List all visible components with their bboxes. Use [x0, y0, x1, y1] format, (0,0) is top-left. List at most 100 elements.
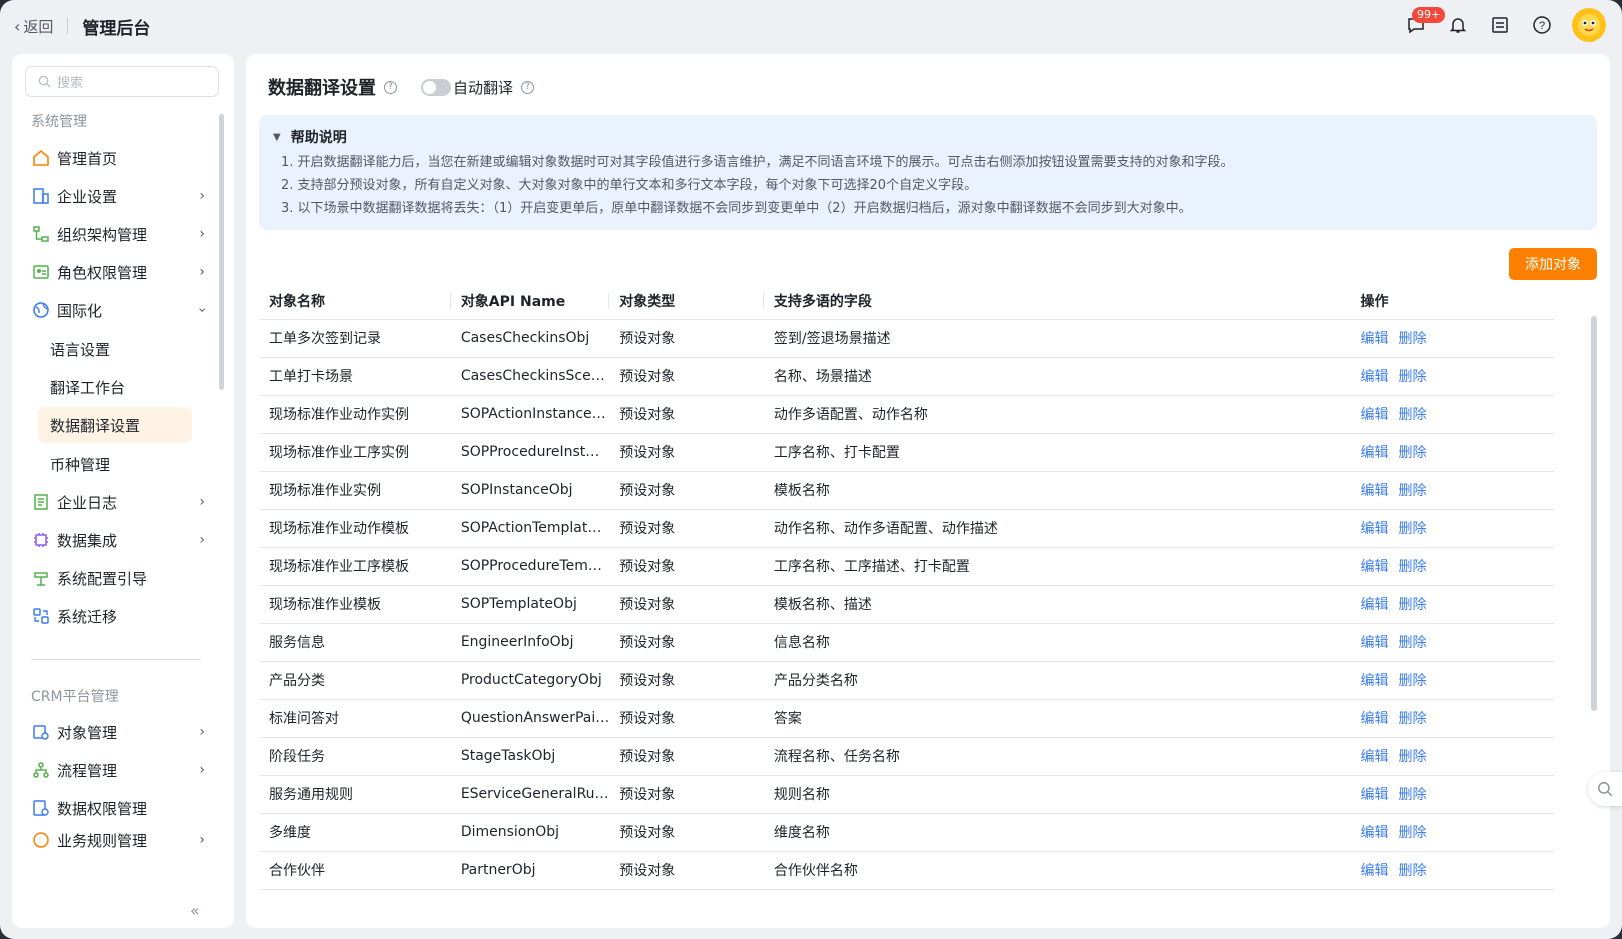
- actions-cell: 编辑 删除: [1350, 395, 1554, 434]
- delete-link[interactable]: 删除: [1398, 673, 1426, 689]
- search-input[interactable]: 搜索: [25, 66, 219, 97]
- edit-link[interactable]: 编辑: [1360, 711, 1388, 727]
- fields-cell: 动作名称、动作多语配置、动作描述: [763, 509, 1351, 548]
- delete-link[interactable]: 删除: [1398, 749, 1426, 765]
- object-name-cell: 现场标准作业模板: [259, 585, 451, 624]
- delete-link[interactable]: 删除: [1398, 635, 1426, 651]
- bell-button[interactable]: [1446, 13, 1470, 37]
- help-toggle[interactable]: ▼ 帮助说明: [273, 127, 1597, 147]
- delete-link[interactable]: 删除: [1398, 369, 1426, 385]
- divider: [67, 18, 69, 34]
- sidebar-subitem-translation-workbench[interactable]: 翻译工作台: [38, 369, 192, 405]
- delete-link[interactable]: 删除: [1398, 711, 1426, 727]
- delete-link[interactable]: 删除: [1398, 825, 1426, 841]
- api-name-cell: EngineerInfoObj: [450, 623, 610, 662]
- delete-link[interactable]: 删除: [1398, 559, 1426, 575]
- delete-link[interactable]: 删除: [1398, 597, 1426, 613]
- sidebar-item-data-permission[interactable]: 数据权限管理: [31, 790, 211, 826]
- api-name-cell: EServiceGeneralRu…: [450, 775, 610, 814]
- delete-link[interactable]: 删除: [1398, 331, 1426, 347]
- role-icon: [31, 262, 51, 282]
- help-panel: ▼ 帮助说明 1. 开启数据翻译能力后，当您在新建或编辑对象数据时可对其字段值进…: [259, 115, 1597, 230]
- fields-cell: 合作伙伴名称: [763, 851, 1351, 890]
- sidebar-item-label: 数据集成: [57, 531, 118, 550]
- api-name-cell: SOPActionTemplat…: [450, 509, 610, 548]
- sidebar-item-migration[interactable]: 系统迁移: [31, 598, 211, 634]
- sidebar-item-role[interactable]: 角色权限管理 ›: [31, 254, 211, 290]
- sidebar-item-label: 企业设置: [57, 187, 118, 206]
- delete-link[interactable]: 删除: [1398, 863, 1426, 879]
- column-header: 支持多语的字段: [763, 283, 1351, 320]
- column-header: 操作: [1350, 283, 1554, 320]
- edit-link[interactable]: 编辑: [1360, 445, 1388, 461]
- edit-link[interactable]: 编辑: [1360, 863, 1388, 879]
- auto-translate-toggle[interactable]: [421, 78, 451, 96]
- sidebar-item-integration[interactable]: 数据集成 ›: [31, 522, 211, 558]
- api-name-cell: CasesCheckinsObj: [450, 319, 610, 358]
- collapse-sidebar-icon[interactable]: «: [190, 901, 200, 920]
- help-button[interactable]: ?: [1530, 13, 1554, 37]
- tasks-button[interactable]: [1488, 13, 1512, 37]
- sidebar-item-label: 国际化: [57, 301, 103, 320]
- delete-link[interactable]: 删除: [1398, 407, 1426, 423]
- actions-cell: 编辑 删除: [1350, 775, 1554, 814]
- sidebar-subitem-language[interactable]: 语言设置: [38, 331, 192, 367]
- table-row: 现场标准作业工序模板 SOPProcedureTem… 预设对象 工序名称、工序描述、…: [259, 547, 1554, 586]
- sidebar-scrollbar[interactable]: [219, 114, 224, 390]
- sidebar-item-org[interactable]: 组织架构管理 ›: [31, 216, 211, 252]
- edit-link[interactable]: 编辑: [1360, 749, 1388, 765]
- data-permission-icon: [31, 798, 51, 818]
- sidebar-subitem-data-translation[interactable]: 数据翻译设置: [38, 407, 192, 443]
- edit-link[interactable]: 编辑: [1360, 597, 1388, 613]
- table-row: 现场标准作业实例 SOPInstanceObj 预设对象 模板名称 编辑 删除: [259, 471, 1554, 510]
- org-icon: [31, 224, 51, 244]
- sidebar-item-flow[interactable]: 流程管理 ›: [31, 752, 211, 788]
- fields-cell: 答案: [763, 699, 1351, 738]
- table-row: 现场标准作业动作模板 SOPActionTemplat… 预设对象 动作名称、动作多语…: [259, 509, 1554, 548]
- floating-search-button[interactable]: [1588, 772, 1622, 806]
- sidebar-item-home[interactable]: 管理首页: [31, 140, 211, 176]
- delete-link[interactable]: 删除: [1398, 483, 1426, 499]
- sidebar-item-log[interactable]: 企业日志 ›: [31, 484, 211, 520]
- edit-link[interactable]: 编辑: [1360, 673, 1388, 689]
- delete-link[interactable]: 删除: [1398, 787, 1426, 803]
- sidebar-item-rules[interactable]: 业务规则管理 ›: [31, 828, 211, 852]
- sidebar-item-label: 角色权限管理: [57, 263, 148, 282]
- actions-cell: 编辑 删除: [1350, 547, 1554, 586]
- api-name-cell: PartnerObj: [450, 851, 610, 890]
- edit-link[interactable]: 编辑: [1360, 787, 1388, 803]
- messages-button[interactable]: 99+: [1404, 7, 1446, 37]
- back-button[interactable]: ‹ 返回: [14, 16, 53, 37]
- table-scrollbar[interactable]: [1591, 316, 1597, 711]
- question-icon[interactable]: ?: [521, 80, 535, 94]
- table-row: 标准问答对 QuestionAnswerPai… 预设对象 答案 编辑 删除: [259, 699, 1554, 738]
- add-object-button[interactable]: 添加对象: [1509, 248, 1597, 280]
- delete-link[interactable]: 删除: [1398, 521, 1426, 537]
- sidebar-item-company[interactable]: 企业设置 ›: [31, 178, 211, 214]
- edit-link[interactable]: 编辑: [1360, 331, 1388, 347]
- edit-link[interactable]: 编辑: [1360, 521, 1388, 537]
- help-line: 1. 开启数据翻译能力后，当您在新建或编辑对象数据时可对其字段值进行多语言维护，…: [281, 155, 1234, 170]
- edit-link[interactable]: 编辑: [1360, 483, 1388, 499]
- column-header: 对象名称: [259, 283, 451, 320]
- edit-link[interactable]: 编辑: [1360, 825, 1388, 841]
- edit-link[interactable]: 编辑: [1360, 369, 1388, 385]
- edit-link[interactable]: 编辑: [1360, 559, 1388, 575]
- object-type-cell: 预设对象: [609, 395, 764, 434]
- sidebar-item-i18n[interactable]: 国际化 ›: [31, 292, 211, 328]
- notification-badge: 99+: [1412, 7, 1446, 23]
- object-type-cell: 预设对象: [609, 737, 764, 776]
- object-name-cell: 现场标准作业实例: [259, 471, 451, 510]
- actions-cell: 编辑 删除: [1350, 585, 1554, 624]
- sidebar-item-label: 流程管理: [57, 761, 118, 780]
- sidebar-subitem-currency[interactable]: 币种管理: [38, 446, 192, 482]
- sidebar-item-config-guide[interactable]: 系统配置引导: [31, 560, 211, 596]
- question-icon[interactable]: ?: [384, 80, 397, 94]
- fields-cell: 动作多语配置、动作名称: [763, 395, 1351, 434]
- sidebar-item-object[interactable]: 对象管理 ›: [31, 714, 211, 750]
- sidebar-divider: [31, 659, 201, 660]
- avatar[interactable]: [1572, 8, 1606, 42]
- delete-link[interactable]: 删除: [1398, 445, 1426, 461]
- edit-link[interactable]: 编辑: [1360, 407, 1388, 423]
- edit-link[interactable]: 编辑: [1360, 635, 1388, 651]
